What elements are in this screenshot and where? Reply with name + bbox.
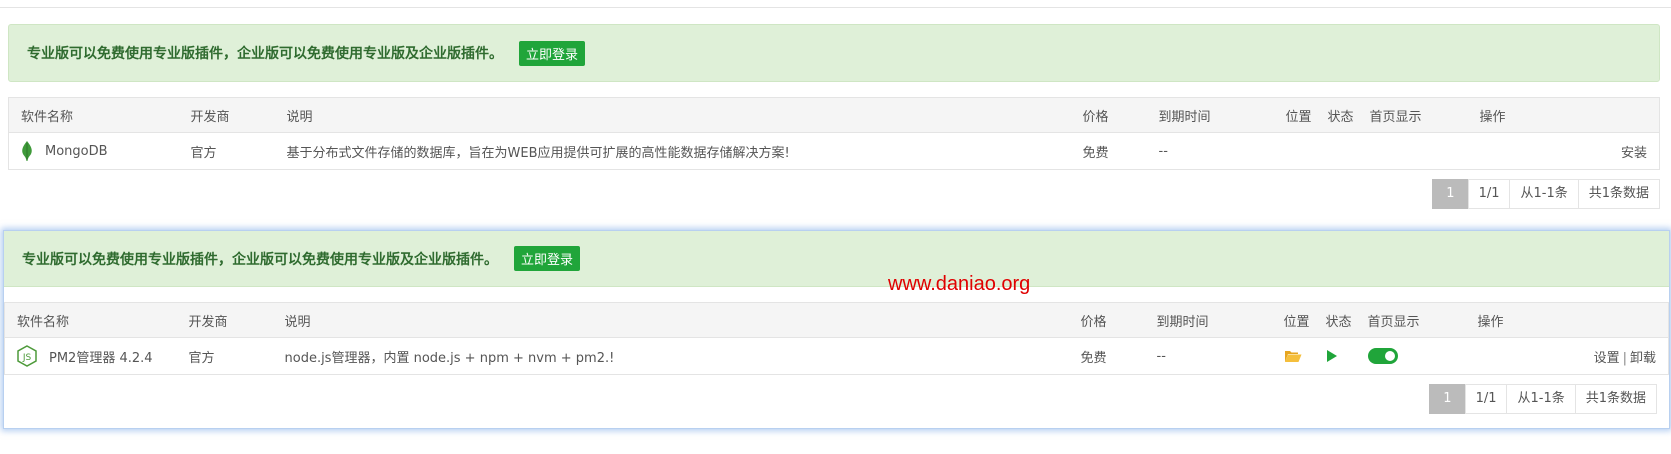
plugin-expiry: -- — [1156, 348, 1166, 364]
plugin-vendor: 官方 — [188, 350, 215, 366]
plugin-description: 基于分布式文件存储的数据库，旨在为WEB应用提供可扩展的高性能数据存储解决方案! — [286, 145, 790, 161]
plugin-position — [1274, 133, 1316, 170]
action-cell: 设置 | 卸载 — [1466, 338, 1669, 375]
plugin-table: 软件名称 开发商 说明 价格 到期时间 位置 状态 首页显示 操作 JS PM2… — [4, 302, 1669, 375]
table-row: MongoDB 官方 基于分布式文件存储的数据库，旨在为WEB应用提供可扩展的高… — [9, 133, 1660, 170]
page-current[interactable]: 1 — [1432, 179, 1469, 209]
col-homepage: 首页显示 — [1355, 302, 1466, 338]
plugin-price: 免费 — [1080, 350, 1107, 366]
col-expiry: 到期时间 — [1144, 302, 1272, 338]
page-range: 从1-1条 — [1509, 179, 1579, 209]
page-range: 从1-1条 — [1506, 384, 1576, 414]
install-link[interactable]: 安装 — [1468, 133, 1660, 170]
plugin-panel-mongodb: 专业版可以免费使用专业版插件，企业版可以免费使用专业版及企业版插件。 立即登录 … — [8, 24, 1660, 209]
col-description: 说明 — [272, 302, 1069, 338]
nodejs-hexagon-icon: JS — [17, 345, 37, 367]
page-total: 共1条数据 — [1574, 384, 1657, 414]
svg-text:JS: JS — [22, 353, 32, 363]
plugin-homepage — [1356, 338, 1466, 375]
plugin-description: node.js管理器，内置 node.js + npm + nvm + pm2.… — [284, 350, 615, 366]
plugin-homepage — [1358, 133, 1468, 170]
pagination: 1 1/1 从1-1条 共1条数据 — [4, 384, 1669, 414]
plugin-table: 软件名称 开发商 说明 价格 到期时间 位置 状态 首页显示 操作 MongoD… — [8, 97, 1660, 170]
watermark-text: www.daniao.org — [888, 273, 1031, 295]
pro-notice-banner: 专业版可以免费使用专业版插件，企业版可以免费使用专业版及企业版插件。 立即登录 — [4, 231, 1669, 287]
name-cell: MongoDB — [9, 133, 179, 170]
pro-notice-text: 专业版可以免费使用专业版插件，企业版可以免费使用专业版及企业版插件。 — [22, 251, 498, 268]
login-button[interactable]: 立即登录 — [519, 40, 586, 66]
folder-open-icon[interactable] — [1284, 349, 1302, 363]
name-cell: JS PM2管理器 4.2.4 — [5, 338, 177, 375]
mongodb-leaf-icon — [22, 141, 32, 161]
col-price: 价格 — [1068, 302, 1145, 338]
plugin-status — [1316, 133, 1358, 170]
table-header-row: 软件名称 开发商 说明 价格 到期时间 位置 状态 首页显示 操作 — [8, 97, 1660, 133]
action-separator: | — [1622, 350, 1627, 366]
plugin-expiry: -- — [1158, 143, 1168, 159]
col-vendor: 开发商 — [178, 97, 275, 133]
col-status: 状态 — [1315, 97, 1358, 133]
col-actions: 操作 — [1465, 302, 1669, 338]
table-header-row: 软件名称 开发商 说明 价格 到期时间 位置 状态 首页显示 操作 — [4, 302, 1669, 338]
page-count: 1/1 — [1467, 179, 1511, 209]
col-expiry: 到期时间 — [1146, 97, 1274, 133]
col-status: 状态 — [1313, 302, 1356, 338]
page-total: 共1条数据 — [1577, 179, 1660, 209]
plugin-position — [1272, 338, 1314, 375]
col-actions: 操作 — [1467, 97, 1660, 133]
plugin-name: MongoDB — [45, 143, 108, 159]
uninstall-link[interactable]: 卸载 — [1630, 351, 1656, 366]
login-button[interactable]: 立即登录 — [514, 246, 581, 271]
pro-notice-banner: 专业版可以免费使用专业版插件，企业版可以免费使用专业版及企业版插件。 立即登录 — [8, 24, 1660, 82]
page-count: 1/1 — [1464, 384, 1508, 414]
play-icon[interactable] — [1326, 349, 1338, 363]
col-position: 位置 — [1271, 302, 1314, 338]
plugin-vendor: 官方 — [190, 145, 217, 161]
plugin-status — [1314, 338, 1356, 375]
plugin-price: 免费 — [1082, 145, 1109, 161]
homepage-toggle[interactable] — [1367, 348, 1398, 364]
pro-notice-text: 专业版可以免费使用专业版插件，企业版可以免费使用专业版及企业版插件。 — [27, 46, 503, 62]
col-name: 软件名称 — [4, 302, 177, 338]
page-current[interactable]: 1 — [1429, 384, 1466, 414]
pagination: 1 1/1 从1-1条 共1条数据 — [8, 179, 1660, 209]
top-divider — [0, 7, 1671, 8]
col-price: 价格 — [1070, 97, 1147, 133]
col-position: 位置 — [1273, 97, 1316, 133]
col-name: 软件名称 — [8, 97, 179, 133]
table-row: JS PM2管理器 4.2.4 官方 node.js管理器，内置 node.js… — [5, 338, 1669, 375]
col-homepage: 首页显示 — [1357, 97, 1468, 133]
plugin-name: PM2管理器 4.2.4 — [49, 350, 153, 366]
plugin-panel-pm2: 专业版可以免费使用专业版插件，企业版可以免费使用专业版及企业版插件。 立即登录 … — [3, 230, 1670, 429]
col-vendor: 开发商 — [176, 302, 273, 338]
col-description: 说明 — [274, 97, 1071, 133]
settings-link[interactable]: 设置 — [1594, 351, 1620, 366]
